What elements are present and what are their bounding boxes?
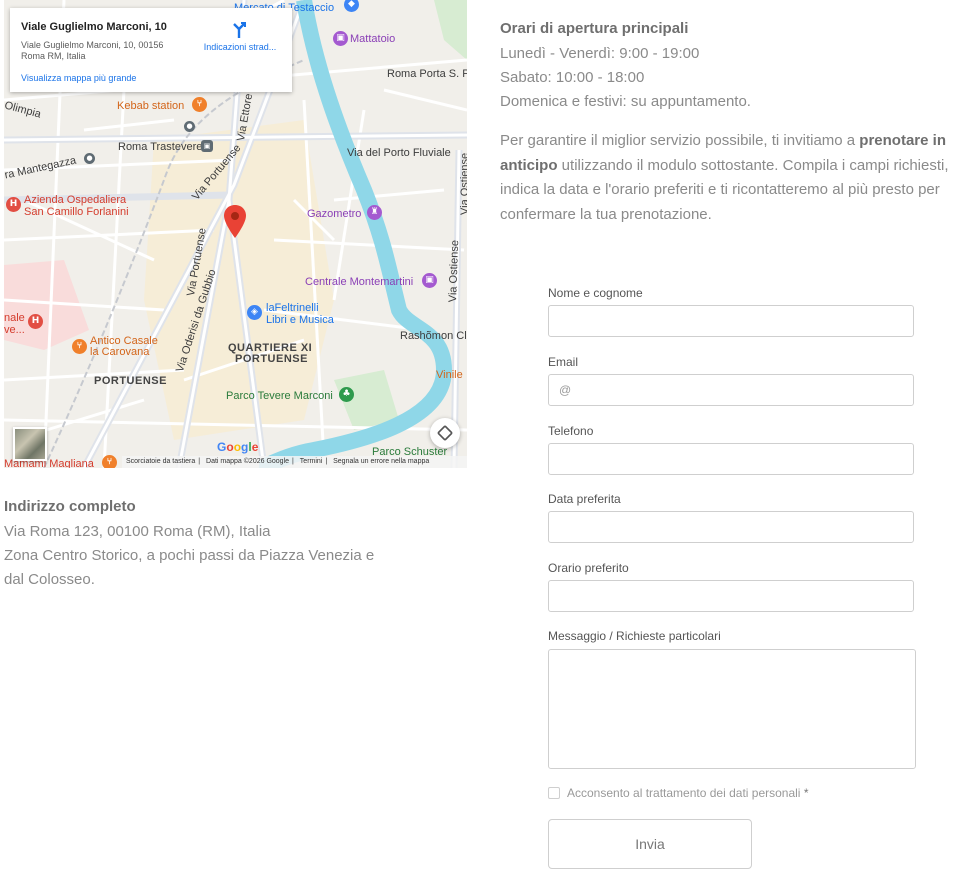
map-card-address-line1: Viale Guglielmo Marconi, 10, 00156: [21, 40, 164, 50]
shopping-icon[interactable]: ◈: [247, 305, 262, 320]
date-label: Data preferita: [548, 492, 621, 506]
map-label-san-camillo[interactable]: San Camillo Forlanini: [24, 206, 129, 218]
name-field[interactable]: [548, 305, 914, 337]
embedded-map[interactable]: Mercato di Testaccio ◆ ▣ Mattatoio Roma …: [4, 0, 467, 468]
map-label-rashomon[interactable]: Rashõmon Cl: [400, 330, 467, 342]
map-label-via-ostiense: Via Ostiense: [459, 152, 467, 215]
map-label-gazometro[interactable]: Gazometro: [307, 208, 361, 220]
intro-text-part1: Per garantire il miglior servizio possib…: [500, 132, 860, 149]
hospital-icon[interactable]: H: [28, 314, 43, 329]
directions-link[interactable]: Indicazioni strad...: [195, 42, 285, 52]
restaurant-icon[interactable]: ⑂: [192, 97, 207, 112]
email-label: Email: [548, 355, 579, 369]
map-label-vinile[interactable]: Vinile: [436, 369, 463, 381]
train-icon[interactable]: ▣: [201, 140, 213, 152]
place-marker-icon: ●: [184, 121, 195, 132]
phone-label: Telefono: [548, 424, 594, 438]
map-label-via-porto-fluviale: Via del Porto Fluviale: [347, 147, 451, 159]
date-field[interactable]: [548, 511, 914, 543]
terms-link[interactable]: Termini: [300, 458, 323, 465]
consent-label-text: Acconsento al trattamento dei dati perso…: [567, 786, 801, 800]
address-title: Indirizzo completo: [4, 498, 136, 515]
email-placeholder: @: [559, 383, 572, 397]
hours-line-weekdays: Lunedì - Venerdì: 9:00 - 19:00: [500, 45, 700, 62]
larger-map-link[interactable]: Visualizza mappa più grande: [21, 73, 136, 83]
map-label-azienda[interactable]: Azienda Ospedaliera: [24, 194, 126, 206]
map-card-title: Viale Guglielmo Marconi, 10: [21, 21, 167, 33]
map-card-address: Viale Guglielmo Marconi, 10, 00156 Roma …: [21, 40, 191, 62]
booking-intro-text: Per garantire il miglior servizio possib…: [500, 129, 962, 227]
hours-line-sunday: Domenica e festivi: su appuntamento.: [500, 93, 751, 110]
recenter-button[interactable]: [430, 418, 460, 448]
consent-label[interactable]: Acconsento al trattamento dei dati perso…: [567, 786, 809, 800]
address-line-2: Zona Centro Storico, a pochi passi da Pi…: [4, 547, 375, 564]
map-label-centrale[interactable]: Centrale Montemartini: [305, 276, 413, 288]
map-card-address-line2: Roma RM, Italia: [21, 51, 86, 61]
map-label-libri-musica[interactable]: Libri e Musica: [266, 314, 334, 326]
report-error-link[interactable]: Segnala un errore nella mappa: [333, 458, 429, 465]
consent-checkbox[interactable]: [548, 787, 560, 799]
map-label-kebab[interactable]: Kebab station: [117, 100, 184, 112]
hospital-icon[interactable]: H: [6, 197, 21, 212]
map-label-nale: nale: [4, 312, 25, 324]
message-textarea[interactable]: [548, 649, 916, 769]
address-line-3: dal Colosseo.: [4, 571, 95, 588]
hours-title: Orari di apertura principali: [500, 20, 689, 37]
directions-icon[interactable]: [230, 22, 248, 40]
satellite-view-toggle[interactable]: [13, 427, 47, 461]
map-label-roma-trastevere[interactable]: Roma Trastevere: [118, 141, 202, 153]
map-label-lafeltrinelli[interactable]: laFeltrinelli: [266, 302, 319, 314]
map-label-parco-tevere[interactable]: Parco Tevere Marconi: [226, 390, 333, 402]
hours-line-saturday: Sabato: 10:00 - 18:00: [500, 69, 645, 86]
time-field[interactable]: [548, 580, 914, 612]
landmark-icon[interactable]: ♜: [367, 205, 382, 220]
name-label: Nome e cognome: [548, 286, 643, 300]
address-line-1: Via Roma 123, 00100 Roma (RM), Italia: [4, 523, 271, 540]
map-label-mattatoio[interactable]: Mattatoio: [350, 33, 395, 45]
map-info-card: Viale Guglielmo Marconi, 10 Viale Guglie…: [10, 8, 292, 92]
museum-icon[interactable]: ▣: [422, 273, 437, 288]
place-marker-icon: ●: [84, 153, 95, 164]
google-logo: Google: [217, 440, 259, 454]
phone-field[interactable]: [548, 443, 914, 475]
map-data-credit: Dati mappa ©2026 Google: [206, 458, 290, 465]
required-asterisk: *: [803, 786, 809, 800]
map-footer: Scorciatoie da tastiera | Dati mappa ©202…: [122, 456, 467, 468]
restaurant-icon[interactable]: ⑂: [72, 339, 87, 354]
map-label-la-carovana[interactable]: la Carovana: [90, 346, 149, 358]
map-label-ve: ve...: [4, 324, 25, 336]
location-pin-icon[interactable]: [224, 205, 246, 239]
map-label-portuense: PORTUENSE: [94, 375, 167, 387]
map-label-via-ostiense-2: Via Ostiense: [447, 239, 462, 303]
submit-button[interactable]: Invia: [548, 819, 752, 869]
park-icon[interactable]: ♣: [339, 387, 354, 402]
restaurant-icon[interactable]: ⑂: [102, 455, 117, 468]
email-field[interactable]: @: [548, 374, 914, 406]
message-label: Messaggio / Richieste particolari: [548, 629, 721, 643]
museum-icon[interactable]: ▣: [333, 31, 348, 46]
map-label-quartiere-name: PORTUENSE: [235, 353, 308, 365]
map-label-roma-porta[interactable]: Roma Porta S. Pa: [387, 68, 467, 80]
intro-text-part2: utilizzando il modulo sottostante. Compi…: [500, 156, 949, 223]
keyboard-shortcuts-link[interactable]: Scorciatoie da tastiera: [126, 458, 195, 465]
move-arrows-icon: [437, 425, 453, 441]
time-label: Orario preferito: [548, 561, 629, 575]
